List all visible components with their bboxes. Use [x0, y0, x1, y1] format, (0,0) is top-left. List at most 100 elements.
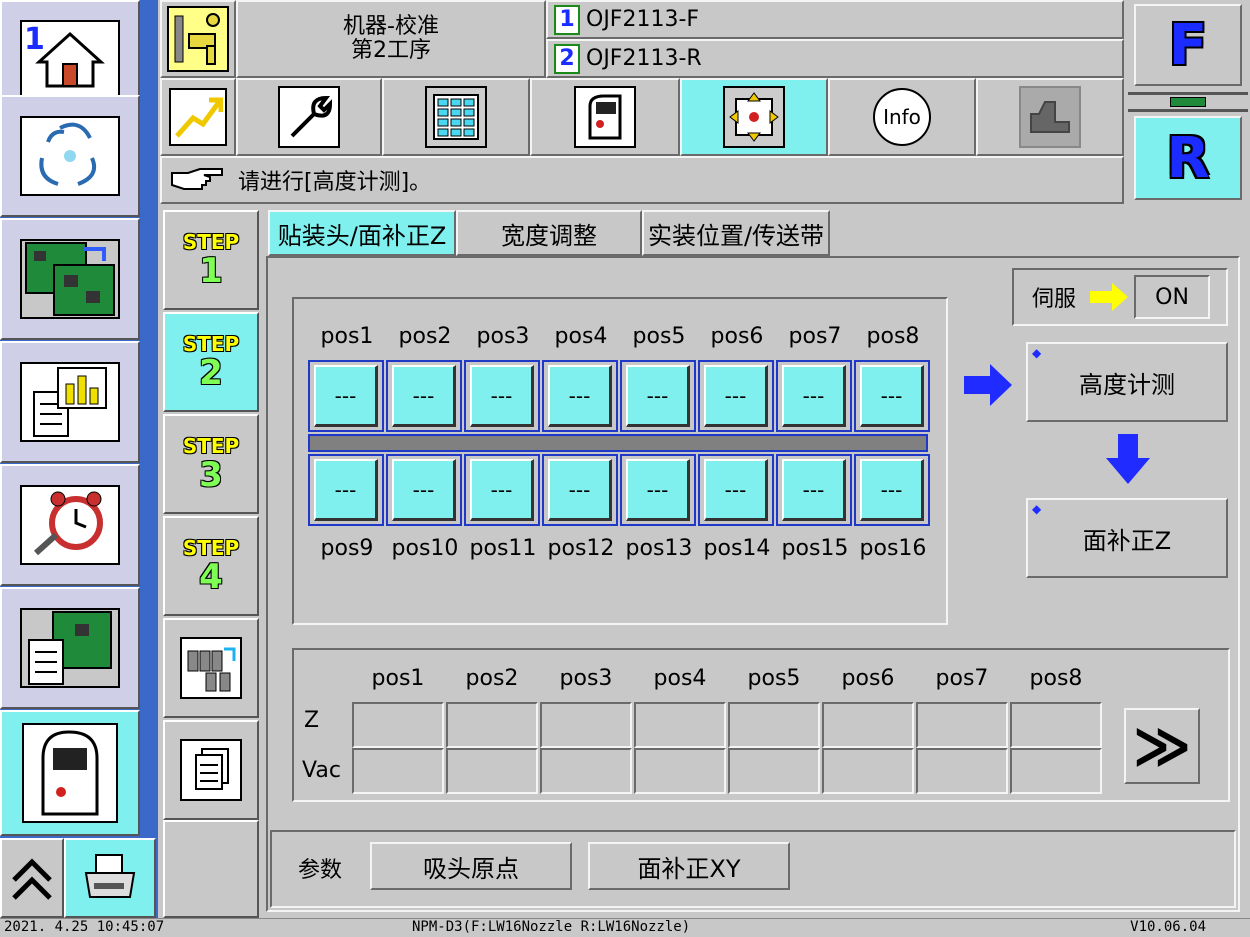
nozzle-slot-value: --- — [470, 365, 534, 427]
nozzle-slot[interactable]: --- — [464, 360, 540, 432]
nozzle-slot[interactable]: --- — [308, 360, 384, 432]
tab-disabled — [976, 78, 1124, 156]
nozzle-slot[interactable]: --- — [854, 454, 930, 526]
step-4-button[interactable]: STEP 4 — [163, 516, 259, 616]
step-2-button[interactable]: STEP 2 — [163, 312, 259, 412]
head-r-button[interactable]: R — [1134, 116, 1242, 200]
pos-label-top: pos7 — [788, 324, 842, 349]
recycle-icon — [20, 116, 120, 196]
nozzle-station-button[interactable] — [163, 618, 259, 718]
step-empty-slot — [163, 820, 259, 918]
blue-right-arrow-icon — [964, 364, 1012, 406]
nozzle-slot[interactable]: --- — [620, 454, 696, 526]
double-chevron-right-icon: ≫ — [1132, 713, 1192, 779]
sidebar-scroll-up-button[interactable] — [0, 838, 64, 918]
nozzle-slot-value: --- — [860, 365, 924, 427]
head-f-button[interactable]: F — [1134, 4, 1242, 86]
calibration-target-icon — [723, 86, 785, 148]
nozzle-slot-value: --- — [548, 365, 612, 427]
pointing-hand-icon — [171, 168, 223, 190]
table-cell — [634, 702, 726, 748]
height-measure-button[interactable]: ◆ 高度计测 — [1026, 342, 1228, 422]
nozzle-slot[interactable]: --- — [776, 360, 852, 432]
documents-button[interactable] — [163, 720, 259, 820]
nozzle-head-icon — [180, 637, 242, 699]
message-bar: 请进行[高度计测]。 — [160, 156, 1124, 204]
nozzle-slot[interactable]: --- — [464, 454, 540, 526]
nozzle-slot[interactable]: --- — [776, 454, 852, 526]
table-cell — [916, 748, 1008, 794]
nozzle-slot[interactable]: --- — [620, 360, 696, 432]
step-3-button[interactable]: STEP 3 — [163, 414, 259, 514]
nozzle-origin-button[interactable]: 吸头原点 — [370, 842, 572, 890]
table-column-header: pos2 — [465, 666, 519, 691]
nozzle-slot-value: --- — [314, 365, 378, 427]
nozzle-slot[interactable]: --- — [698, 454, 774, 526]
calibration-tool-button[interactable] — [160, 0, 236, 78]
screen-title: 机器-校准 第2工序 — [236, 0, 546, 78]
status-machine: NPM-D3(F:LW16Nozzle R:LW16Nozzle) — [412, 919, 691, 935]
nozzle-slot[interactable]: --- — [542, 360, 618, 432]
status-bar: 2021. 4.25 10:45:07 NPM-D3(F:LW16Nozzle … — [0, 918, 1250, 937]
nozzle-slot-value: --- — [470, 459, 534, 521]
subtab-mount-position-conveyor[interactable]: 实装位置/传送带 — [642, 210, 830, 256]
sidebar-data-button[interactable] — [0, 587, 140, 709]
table-cell — [1010, 748, 1102, 794]
pos-label-top: pos8 — [866, 324, 920, 349]
sidebar-machine-button[interactable] — [0, 710, 140, 836]
subtab-head-surface-z[interactable]: 贴装头/面补正Z — [268, 210, 456, 256]
table-cell — [728, 748, 820, 794]
table-cell — [822, 702, 914, 748]
home-icon: 1 — [20, 20, 120, 100]
pos-label-bottom: pos10 — [391, 536, 459, 561]
row-label-z: Z — [304, 708, 320, 733]
nozzle-slot[interactable]: --- — [854, 360, 930, 432]
pos-label-bottom: pos13 — [625, 536, 693, 561]
table-cell — [634, 748, 726, 794]
servo-value: ON — [1134, 275, 1211, 319]
tab-maintenance[interactable] — [236, 78, 382, 156]
head-bar — [308, 434, 928, 452]
nozzle-slot[interactable]: --- — [386, 360, 462, 432]
nozzle-slot[interactable]: --- — [386, 454, 462, 526]
tab-machine[interactable] — [530, 78, 680, 156]
nozzle-slot-value: --- — [782, 459, 846, 521]
sidebar-board-button[interactable] — [0, 218, 140, 340]
sidebar-print-button[interactable] — [64, 838, 156, 918]
step-1-button[interactable]: STEP 1 — [163, 210, 259, 310]
table-column-header: pos8 — [1029, 666, 1083, 691]
pos-label-top: pos4 — [554, 324, 608, 349]
program-rear: 2 OJF2113-R — [546, 39, 1124, 78]
pos-label-top: pos3 — [476, 324, 530, 349]
subtab-width-adjust[interactable]: 宽度调整 — [456, 210, 642, 256]
nozzle-slot[interactable]: --- — [698, 360, 774, 432]
table-cell — [822, 748, 914, 794]
next-page-button[interactable]: ≫ — [1124, 708, 1200, 784]
tab-info[interactable]: Info — [828, 78, 976, 156]
lane-1-badge: 1 — [554, 4, 580, 35]
table-cell — [728, 702, 820, 748]
lane-2-badge: 2 — [554, 43, 580, 74]
tab-calibration[interactable] — [680, 78, 828, 156]
status-version: V10.06.04 — [1130, 919, 1206, 935]
table-cell — [352, 702, 444, 748]
sidebar-report-button[interactable] — [0, 341, 140, 463]
surface-z-button[interactable]: ◆ 面补正Z — [1026, 498, 1228, 578]
tab-production-trend[interactable] — [160, 78, 236, 156]
printer-icon — [84, 854, 136, 898]
machine-front-icon — [574, 86, 636, 148]
sidebar-maintenance-button[interactable] — [0, 464, 140, 586]
status-datetime: 2021. 4.25 10:45:07 — [4, 919, 165, 935]
nozzle-slot-value: --- — [626, 365, 690, 427]
head-selector-panel: F R — [1126, 0, 1250, 205]
wrench-icon — [278, 86, 340, 148]
sidebar-production-button[interactable] — [0, 95, 140, 217]
row-label-vac: Vac — [302, 758, 341, 783]
nozzle-slot[interactable]: --- — [308, 454, 384, 526]
alarm-clock-icon — [20, 485, 120, 565]
nozzle-slot[interactable]: --- — [542, 454, 618, 526]
surface-xy-button[interactable]: 面补正XY — [588, 842, 790, 890]
pos-label-bottom: pos16 — [859, 536, 927, 561]
tab-feeder-list[interactable] — [382, 78, 530, 156]
report-chart-icon — [20, 362, 120, 442]
